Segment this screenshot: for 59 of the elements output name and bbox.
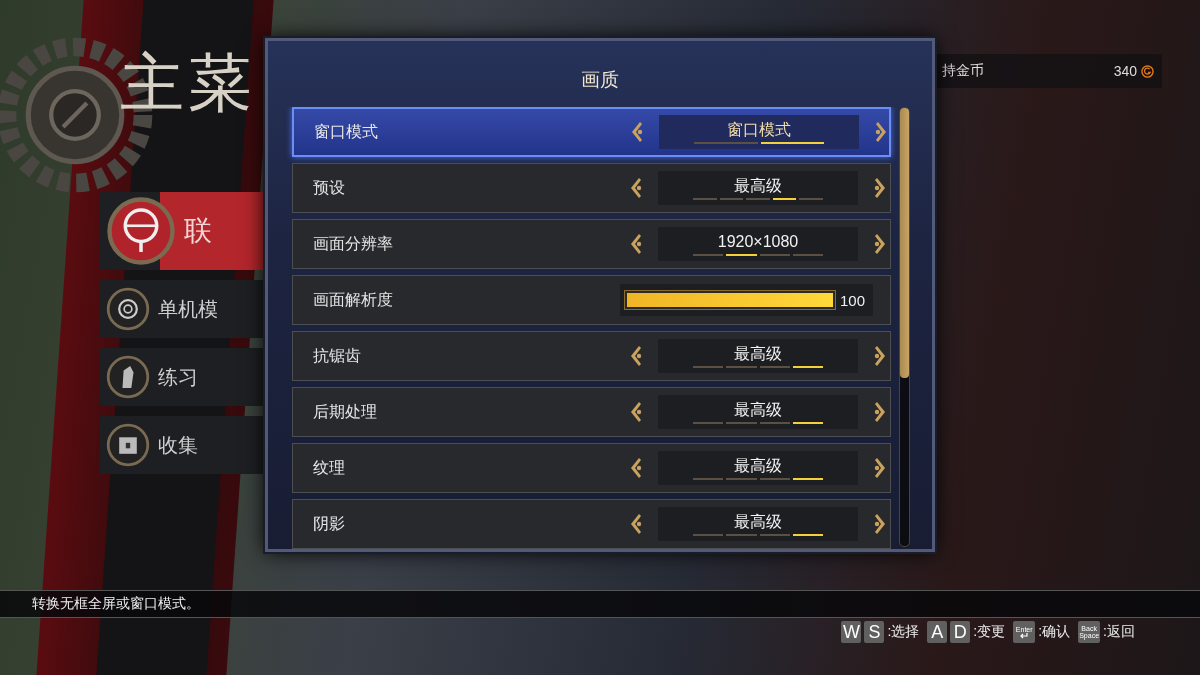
setting-row[interactable]: 画面分辨率 1920×1080 — [292, 219, 891, 269]
setting-label: 纹理 — [313, 457, 346, 478]
setting-row[interactable]: 窗口模式 窗口模式 — [292, 107, 891, 157]
coin-icon — [1141, 64, 1154, 78]
menu-item[interactable]: 联 — [100, 192, 263, 270]
setting-label: 阴影 — [313, 513, 346, 534]
right-arrow-icon[interactable] — [872, 401, 888, 423]
key-cap: W — [841, 621, 862, 643]
key-cap: A — [927, 621, 948, 643]
menu-item[interactable]: 单机模 — [100, 280, 263, 338]
hint-label: :选择 — [887, 623, 920, 641]
right-arrow-icon[interactable] — [872, 513, 888, 535]
value-display: 1920×1080 — [658, 227, 858, 261]
right-arrow-icon[interactable] — [872, 457, 888, 479]
right-arrow-icon[interactable] — [872, 345, 888, 367]
right-arrow-icon[interactable] — [873, 121, 889, 143]
right-arrow-icon[interactable] — [872, 233, 888, 255]
left-arrow-icon[interactable] — [628, 177, 644, 199]
slider-value: 100 — [840, 291, 866, 309]
setting-label: 画面解析度 — [313, 289, 394, 310]
left-arrow-icon[interactable] — [628, 233, 644, 255]
currency-amount: 340 — [1113, 63, 1137, 79]
setting-label: 画面分辨率 — [313, 233, 394, 254]
value-display: 最高级 — [658, 171, 858, 205]
key-cap: S — [864, 621, 885, 643]
hint-label: :变更 — [973, 623, 1006, 641]
value-display: 窗口模式 — [659, 115, 859, 149]
left-arrow-icon[interactable] — [628, 345, 644, 367]
value-display: 最高级 — [658, 451, 858, 485]
setting-label: 预设 — [313, 177, 346, 198]
value-display: 最高级 — [658, 507, 858, 541]
key-cap: D — [950, 621, 971, 643]
value-display: 最高级 — [658, 395, 858, 429]
setting-label: 抗锯齿 — [313, 345, 362, 366]
dialog-title: 画质 — [580, 68, 620, 92]
hint-label: :返回 — [1103, 623, 1135, 641]
menu-item[interactable]: 练习 — [100, 348, 263, 406]
left-arrow-icon[interactable] — [628, 513, 644, 535]
value-display: 最高级 — [658, 339, 858, 373]
hint-label: :确认 — [1038, 623, 1071, 641]
setting-row[interactable]: 画面解析度 100 — [292, 275, 891, 325]
globe-icon — [106, 196, 176, 266]
setting-row[interactable]: 抗锯齿 最高级 — [292, 331, 891, 381]
scrollbar[interactable] — [899, 107, 910, 547]
setting-row[interactable]: 后期处理 最高级 — [292, 387, 891, 437]
currency-label: 持金币 — [942, 62, 985, 80]
menu-title: 主菜 — [120, 46, 256, 121]
setting-label: 后期处理 — [313, 401, 378, 422]
setting-row[interactable]: 阴影 最高级 — [292, 499, 891, 549]
right-arrow-icon[interactable] — [872, 177, 888, 199]
setting-row[interactable]: 预设 最高级 — [292, 163, 891, 213]
left-arrow-icon[interactable] — [628, 401, 644, 423]
return-icon — [1019, 632, 1030, 639]
setting-row[interactable]: 纹理 最高级 — [292, 443, 891, 493]
description-text: 转换无框全屏或窗口模式。 — [32, 595, 200, 613]
left-arrow-icon[interactable] — [628, 457, 644, 479]
left-arrow-icon[interactable] — [629, 121, 645, 143]
setting-label: 窗口模式 — [314, 121, 379, 142]
menu-item[interactable]: 收集 — [100, 416, 263, 474]
